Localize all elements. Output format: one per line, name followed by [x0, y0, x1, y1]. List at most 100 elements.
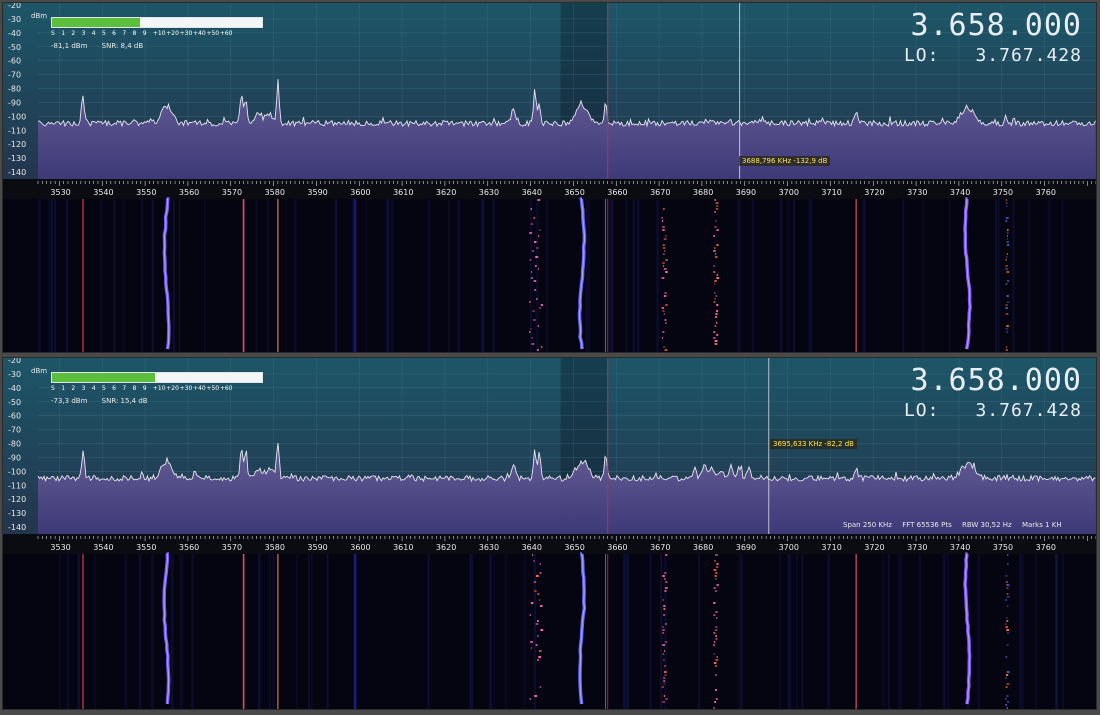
waterfall-burst [531, 271, 533, 273]
waterfall-burst [715, 202, 719, 204]
waterfall-burst [537, 635, 539, 637]
lo-readout[interactable]: LO: 3.767.428 [904, 45, 1082, 67]
waterfall-noise [469, 554, 473, 709]
waterfall-burst [1006, 325, 1009, 327]
freq-tick-label: 3530 [50, 188, 70, 197]
vfo-display[interactable]: 3.658.000 LO: 3.767.428 [904, 9, 1082, 67]
s-meter-scale-label: +40 [193, 30, 206, 37]
lo-readout[interactable]: LO: 3.767.428 [904, 400, 1082, 422]
s-meter-scale-label: 2 [71, 385, 76, 392]
waterfall-burst [530, 208, 532, 210]
waterfall-burst [716, 656, 718, 658]
waterfall-burst [716, 322, 718, 324]
waterfall-burst [529, 259, 532, 261]
waterfall-burst [662, 701, 665, 703]
vfo-display[interactable]: 3.658.000 LO: 3.767.428 [904, 364, 1082, 422]
s-meter-scale-label: 9 [142, 30, 147, 37]
lo-frequency[interactable]: 3.767.428 [975, 400, 1082, 422]
waterfall-burst [540, 605, 543, 607]
waterfall-burst [1005, 259, 1007, 261]
waterfall-burst [1006, 301, 1010, 303]
waterfall-burst [714, 247, 716, 249]
lo-frequency[interactable]: 3.767.428 [975, 45, 1082, 67]
waterfall-burst [712, 337, 716, 339]
waterfall-noise [65, 199, 69, 352]
s-meter-scale-label: 5 [101, 30, 106, 37]
s-meter-scale-label: 7 [122, 30, 127, 37]
waterfall-burst [530, 328, 532, 330]
waterfall-burst [662, 265, 665, 267]
waterfall-burst [1005, 265, 1008, 267]
marker-label: 3688,796 KHz -132,9 dB [739, 156, 831, 166]
waterfall-burst [529, 301, 531, 303]
span-info: Span 250 KHz [843, 521, 892, 529]
waterfall-noise [138, 554, 142, 709]
db-tick-label: -70 [8, 426, 21, 435]
s-meter-scale-label: +40 [193, 385, 206, 392]
waterfall-carrier [277, 199, 279, 352]
waterfall-noise [779, 199, 783, 352]
db-tick-label: -100 [8, 467, 26, 476]
waterfall-burst [1005, 677, 1007, 679]
waterfall-burst [1006, 238, 1008, 240]
waterfall-noise [386, 199, 388, 352]
waterfall-burst [715, 313, 718, 315]
marker-label: 3695,633 KHz -82,2 dB [770, 439, 857, 449]
waterfall-burst [715, 316, 717, 318]
waterfall-burst [716, 584, 719, 586]
waterfall-noise [151, 554, 154, 709]
waterfall-burst [534, 289, 537, 291]
waterfall-noise [1061, 199, 1064, 352]
waterfall-noise [624, 554, 627, 709]
meter-unit: dBm [31, 367, 48, 375]
waterfall-burst [714, 701, 716, 703]
waterfall-noise [995, 199, 997, 352]
lo-label: LO: [903, 45, 940, 66]
waterfall-noise [54, 199, 56, 352]
freq-tick-label: 3740 [950, 543, 970, 552]
spectrum-panel-bottom[interactable]: -20 -30 -40 -50 -60 -70 -80 -90 -100 -110 -120 -130… [2, 357, 1097, 710]
waterfall-burst [1006, 629, 1009, 631]
freq-tick-label: 3620 [436, 188, 456, 197]
waterfall-burst [715, 590, 717, 592]
waterfall-burst [663, 680, 665, 682]
waterfall-burst [715, 220, 717, 222]
freq-tick-label: 3560 [179, 543, 199, 552]
waterfall-noise [656, 199, 659, 352]
s-meter-scale-label: +50 [206, 385, 220, 392]
freq-tick-label: 3620 [436, 543, 456, 552]
waterfall-burst [1005, 623, 1007, 625]
waterfall-burst [715, 689, 717, 691]
freq-tick-label: 3700 [779, 188, 799, 197]
waterfall-burst [663, 608, 666, 610]
spectrum-panel-top[interactable]: -20 -30 -40 -50 -60 -70 -80 -90 -100 -110 -120 -130… [2, 2, 1097, 353]
waterfall-burst [664, 587, 668, 589]
waterfall-burst [1006, 644, 1009, 646]
waterfall-burst [663, 238, 667, 240]
waterfall-burst [713, 235, 715, 237]
waterfall-burst [1005, 268, 1008, 270]
s-meter-scale-label: 6 [112, 30, 116, 37]
waterfall-burst [714, 298, 716, 300]
s-meter-scale-label: 8 [132, 30, 137, 37]
waterfall-noise [649, 554, 652, 709]
waterfall-noise [602, 199, 605, 352]
waterfall-burst [534, 241, 537, 243]
waterfall-burst [713, 653, 715, 655]
freq-tick-label: 3680 [693, 543, 713, 552]
waterfall-burst [539, 572, 542, 574]
vfo-frequency[interactable]: 3.658.000 [904, 364, 1082, 398]
vfo-frequency[interactable]: 3.658.000 [904, 9, 1082, 43]
s-meter-bar [51, 372, 263, 383]
waterfall-burst [663, 295, 667, 297]
waterfall-burst [1005, 220, 1008, 222]
waterfall-burst [715, 659, 719, 661]
waterfall-noise [1047, 199, 1051, 352]
fft-info-bar: Span 250 KHz FFT 65536 Pts RBW 30,52 Hz … [835, 521, 1062, 529]
waterfall-burst [1006, 683, 1010, 685]
waterfall-noise [793, 199, 795, 352]
waterfall-burst [537, 659, 539, 661]
db-tick-label: -40 [8, 29, 21, 38]
waterfall-noise [862, 199, 866, 352]
waterfall-burst [1006, 563, 1009, 565]
